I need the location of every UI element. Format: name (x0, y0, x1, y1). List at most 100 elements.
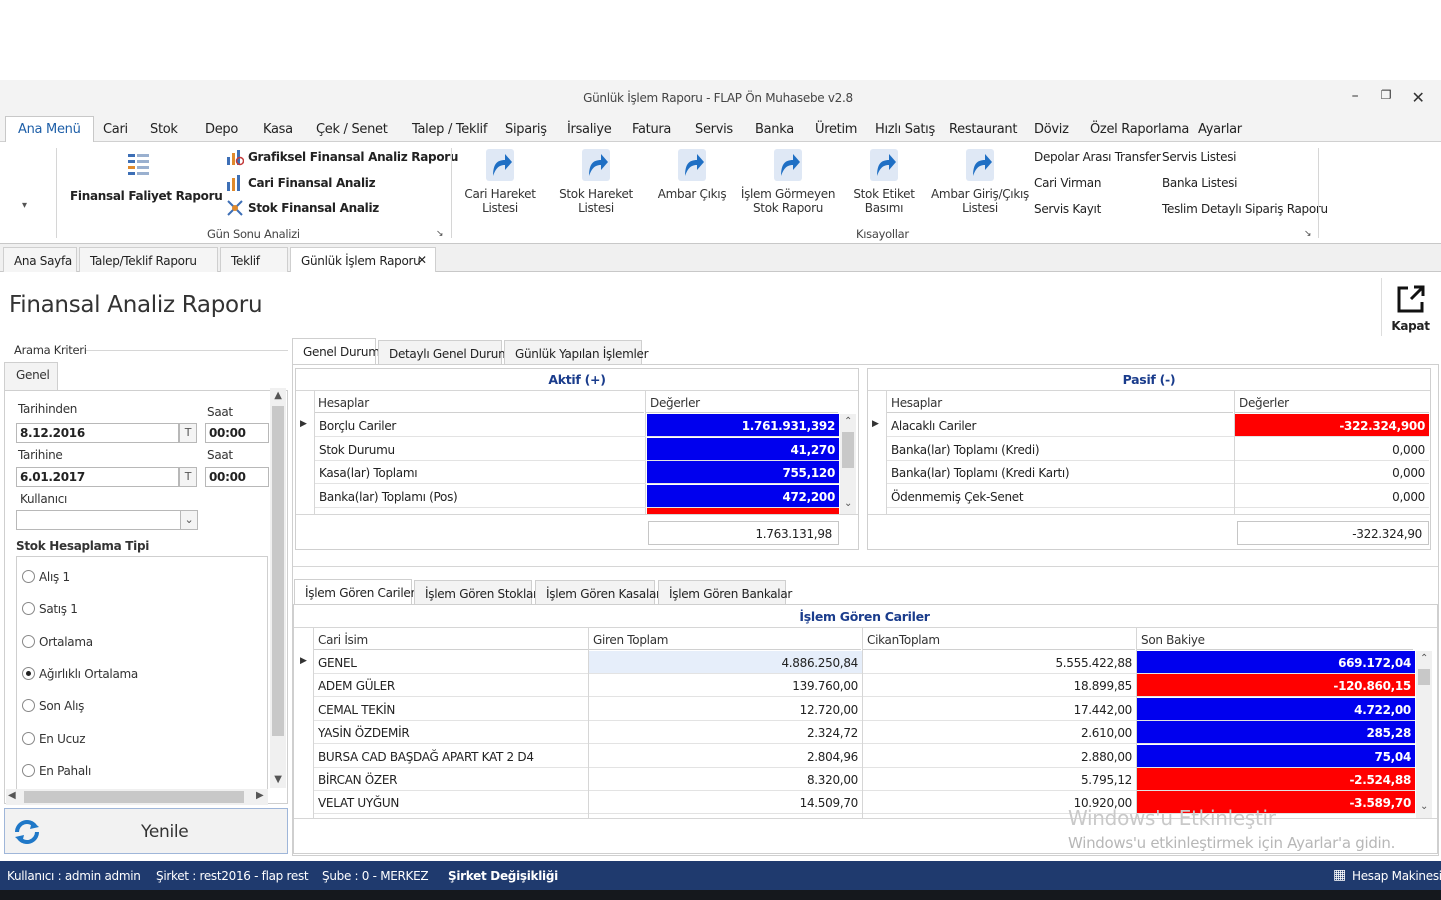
radio-icon[interactable] (22, 763, 35, 777)
col-son-bakiye: Son Bakiye (1137, 628, 1413, 650)
scroll-down-icon[interactable]: ▼ (270, 774, 286, 785)
menu-uretim[interactable]: Üretim (815, 122, 857, 137)
tab-islem-goren-stoklar[interactable]: İşlem Gören Stoklar (414, 580, 538, 604)
tab-gunluk-islem-raporu[interactable]: Günlük İşlem Raporu ✕ (290, 247, 436, 273)
menu-banka[interactable]: Banka (755, 122, 794, 137)
close-icon[interactable]: ✕ (1406, 88, 1430, 108)
tab-teklif[interactable]: Teklif (220, 247, 288, 272)
group-expand-icon[interactable]: ↘ (436, 229, 444, 239)
hscroll-thumb[interactable] (24, 791, 244, 803)
stock-type-option[interactable]: Son Alış (22, 699, 84, 715)
radio-icon[interactable] (22, 570, 35, 583)
cari-analiz-button[interactable]: Cari Finansal Analiz (248, 176, 376, 190)
close-report-button[interactable]: Kapat (1381, 278, 1439, 336)
stock-type-option[interactable]: Ağırlıklı Ortalama (22, 666, 138, 683)
calculator-icon[interactable]: ▦ (1333, 867, 1346, 883)
refresh-button[interactable]: Yenile (4, 808, 288, 854)
scroll-up-icon[interactable]: ⌃ (840, 416, 856, 427)
tab-genel[interactable]: Genel (4, 362, 58, 390)
tab-detayli-genel-durum[interactable]: Detaylı Genel Durum (378, 340, 510, 364)
scroll-left-icon[interactable]: ◀ (8, 790, 16, 801)
scroll-down-icon[interactable]: ⌄ (1416, 801, 1432, 812)
menu-depo[interactable]: Depo (205, 122, 238, 137)
link-teslim-detayli-siparis[interactable]: Teslim Detaylı Sipariş Raporu (1162, 202, 1328, 216)
cari-giren: 4.886.250,84 (589, 651, 862, 674)
document-tabs: Ana Sayfa Talep/Teklif Raporu Teklif Gün… (0, 244, 1441, 273)
link-cari-virman[interactable]: Cari Virman (1034, 176, 1101, 190)
chevron-down-icon[interactable]: ⌄ (180, 510, 198, 530)
link-servis-kayit[interactable]: Servis Kayıt (1034, 202, 1101, 216)
to-date-field[interactable]: 6.01.2017 (16, 467, 179, 487)
tab-talep-teklif-raporu[interactable]: Talep/Teklif Raporu (79, 247, 218, 272)
menu-cari[interactable]: Cari (103, 122, 128, 137)
menu-kasa[interactable]: Kasa (263, 122, 293, 137)
menu-ayarlar[interactable]: Ayarlar (1198, 122, 1242, 137)
aktif-scrollbar[interactable]: ⌃ ⌄ (840, 414, 856, 514)
from-date-field[interactable]: 8.12.2016 (16, 423, 179, 443)
radio-icon[interactable] (22, 666, 35, 680)
menu-hizli-satis[interactable]: Hızlı Satış (875, 122, 935, 137)
change-company-button[interactable]: Şirket Değişikliği (448, 869, 558, 883)
stock-type-option[interactable]: En Pahalı (22, 763, 91, 780)
link-depolar-arasi-transfer[interactable]: Depolar Arası Transfer (1034, 150, 1161, 164)
left-scrollbar[interactable]: ▲ ▼ (270, 388, 286, 788)
from-time-field[interactable]: 00:00 (205, 423, 269, 443)
stok-analiz-button[interactable]: Stok Finansal Analiz (248, 201, 379, 215)
scroll-thumb[interactable] (272, 406, 284, 736)
from-date-t-button[interactable]: T (179, 423, 197, 443)
grafik-analiz-button[interactable]: Grafiksel Finansal Analiz Raporu (248, 150, 458, 164)
menu-irsaliye[interactable]: İrsaliye (567, 122, 612, 137)
menu-ozel-raporlama[interactable]: Özel Raporlama (1090, 122, 1189, 137)
radio-icon[interactable] (22, 634, 35, 648)
menu-doviz[interactable]: Döviz (1034, 122, 1069, 137)
menu-ana-menu[interactable]: Ana Menü (5, 116, 94, 143)
scroll-down-icon[interactable]: ⌄ (840, 498, 856, 509)
cariler-scrollbar[interactable]: ⌃ ⌄ (1416, 651, 1432, 818)
restore-icon[interactable]: ❐ (1374, 88, 1398, 108)
tab-genel-durum[interactable]: Genel Durum (292, 338, 380, 364)
tab-gunluk-yapilan-islemler[interactable]: Günlük Yapılan İşlemler (504, 340, 649, 364)
tab-islem-goren-kasalar[interactable]: İşlem Gören Kasalar (535, 580, 661, 604)
link-servis-listesi[interactable]: Servis Listesi (1162, 150, 1236, 164)
stock-type-option[interactable]: Alış 1 (22, 570, 70, 586)
stock-type-option[interactable]: En Ucuz (22, 731, 85, 748)
tab-islem-goren-cariler[interactable]: İşlem Gören Cariler (294, 579, 415, 604)
scroll-thumb[interactable] (842, 432, 854, 468)
radio-icon[interactable] (22, 731, 35, 745)
ribbon-collapse-icon[interactable]: ▾ (22, 200, 27, 211)
menu-servis[interactable]: Servis (695, 122, 733, 137)
scroll-thumb[interactable] (1418, 669, 1430, 685)
scroll-right-icon[interactable]: ▶ (256, 790, 264, 801)
shortcut-button[interactable]: İşlem Görmeyen Stok Raporu (738, 146, 838, 226)
stock-type-option[interactable]: Ortalama (22, 634, 93, 651)
scroll-up-icon[interactable]: ⌃ (1416, 653, 1432, 664)
left-hscrollbar[interactable]: ◀ ▶ (6, 789, 268, 805)
tab-close-icon[interactable]: ✕ (417, 253, 427, 267)
menu-stok[interactable]: Stok (150, 122, 178, 137)
radio-icon[interactable] (22, 602, 35, 616)
menu-fatura[interactable]: Fatura (632, 122, 671, 137)
shortcut-button[interactable]: Stok Hareket Listesi (546, 146, 646, 226)
calculator-button[interactable]: Hesap Makinesi (1352, 869, 1441, 883)
radio-icon[interactable] (22, 699, 35, 713)
menu-cek-senet[interactable]: Çek / Senet (316, 122, 388, 137)
to-time-field[interactable]: 00:00 (205, 467, 269, 487)
shortcut-button[interactable]: Cari Hareket Listesi (450, 146, 550, 226)
faaliyet-report-button[interactable]: Finansal Faliyet Raporu (70, 189, 223, 203)
menu-talep-teklif[interactable]: Talep / Teklif (412, 122, 487, 137)
tab-ana-sayfa[interactable]: Ana Sayfa (3, 247, 77, 272)
group-expand-icon[interactable]: ↘ (1304, 229, 1312, 239)
link-banka-listesi[interactable]: Banka Listesi (1162, 176, 1237, 190)
tab-islem-goren-bankalar[interactable]: İşlem Gören Bankalar (658, 580, 792, 604)
scroll-up-icon[interactable]: ▲ (270, 390, 286, 401)
minimize-icon[interactable]: – (1343, 88, 1367, 108)
menu-restaurant[interactable]: Restaurant (949, 122, 1017, 137)
menu-siparis[interactable]: Sipariş (505, 122, 547, 137)
shortcut-button[interactable]: Ambar Çıkış (642, 146, 742, 226)
stock-type-option[interactable]: Satış 1 (22, 602, 78, 618)
shortcut-button[interactable]: Ambar Giriş/Çıkış Listesi (930, 146, 1030, 226)
shortcut-arrow-icon (582, 149, 610, 181)
user-select[interactable] (16, 510, 181, 530)
to-date-t-button[interactable]: T (179, 467, 197, 487)
shortcut-button[interactable]: Stok Etiket Basımı (834, 146, 934, 226)
